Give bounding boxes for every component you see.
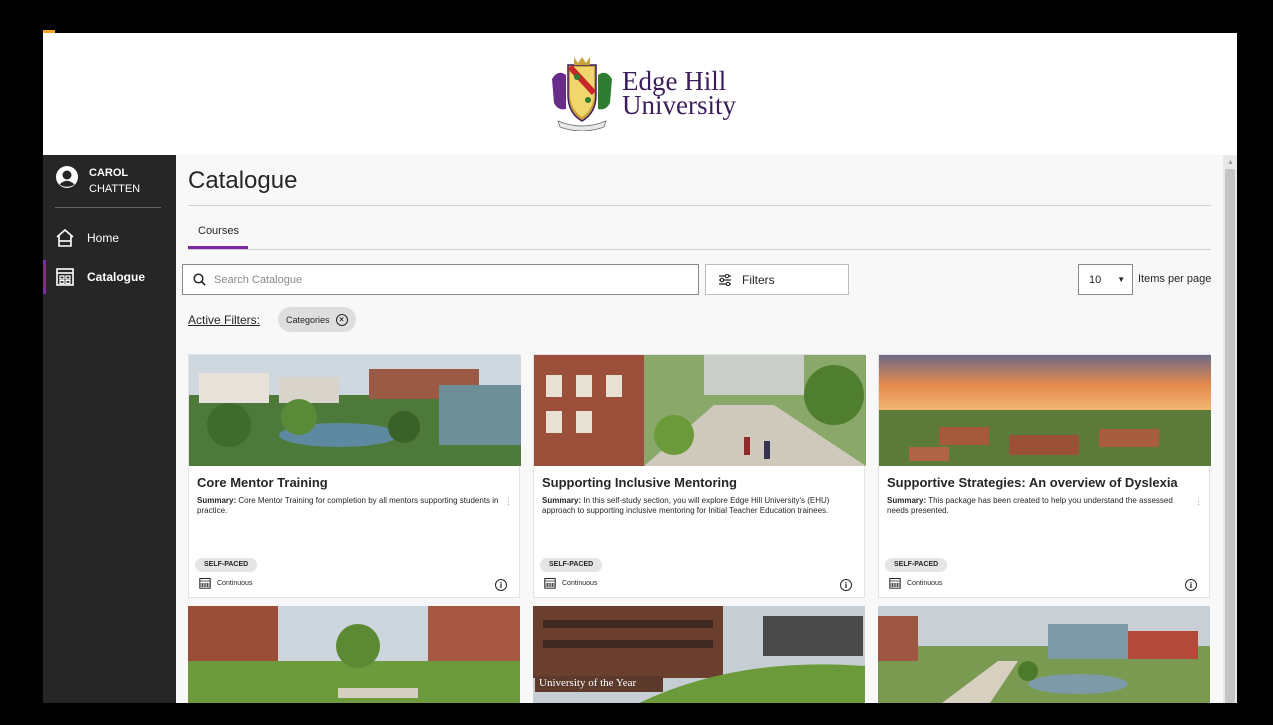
course-card[interactable]: Core Mentor Training Summary: Core Mento… [188,354,521,598]
crest-icon [552,57,612,131]
course-image [878,606,1210,703]
sidebar-item-label: Home [87,231,120,245]
filters-label: Filters [742,272,775,287]
status-badge: SELF-PACED [885,558,948,572]
sliders-icon [719,273,731,286]
active-filters-label[interactable]: Active Filters: [188,313,260,327]
course-title[interactable]: Supportive Strategies: An overview of Dy… [887,475,1178,490]
items-per-page-label: Items per page [1138,273,1212,285]
search-input[interactable] [214,273,674,286]
info-icon[interactable]: i [1185,579,1197,591]
course-image [534,355,866,466]
course-title[interactable]: Core Mentor Training [197,475,328,490]
course-summary: Summary: Core Mentor Training for comple… [197,496,499,515]
course-title[interactable]: Supporting Inclusive Mentoring [542,475,737,490]
sidebar-divider [55,207,161,208]
sidebar: CAROL CHATTEN Home Catalogue [43,155,176,703]
items-per-page-select[interactable]: 10 ▼ [1078,264,1133,295]
search-box [182,264,699,295]
university-logo[interactable]: Edge Hill University [548,55,736,131]
sidebar-item-home[interactable]: Home [43,221,176,255]
tab-courses[interactable]: Courses [188,223,248,249]
more-options-icon[interactable]: ⋮ [504,496,513,507]
scrollbar-thumb[interactable] [1225,169,1235,703]
info-icon[interactable]: i [840,579,852,591]
course-card[interactable]: Supporting Inclusive Mentoring Summary: … [533,354,866,598]
vertical-scrollbar[interactable]: ▲ [1223,155,1237,703]
info-icon[interactable]: i [495,579,507,591]
logo-line-2: University [622,90,736,120]
course-image [189,355,521,466]
main-content: Catalogue Courses Filters 10 ▼ Items per… [176,155,1223,703]
chevron-down-icon: ▼ [1117,275,1126,284]
catalogue-icon [56,268,74,286]
course-summary: Summary: This package has been created t… [887,496,1173,515]
site-header: Edge Hill University [43,33,1237,155]
course-image [879,355,1211,466]
course-card[interactable] [878,606,1210,703]
user-last-name: CHATTEN [89,183,141,195]
status-badge: SELF-PACED [195,558,258,572]
more-options-icon[interactable]: ⋮ [1194,496,1203,507]
banner-text: University of the Year [539,677,637,689]
close-icon[interactable]: × [335,313,348,326]
calendar-icon [889,578,901,589]
filter-chip-categories[interactable]: Categories × [278,307,356,332]
course-duration: Continuous [199,577,252,589]
user-avatar-icon [56,166,78,188]
scroll-up-icon[interactable]: ▲ [1227,159,1234,166]
per-page-value: 10 [1089,273,1102,286]
page-title: Catalogue [188,167,298,194]
home-icon [56,228,74,247]
course-card[interactable] [188,606,520,703]
sidebar-item-label: Catalogue [87,270,146,284]
sidebar-item-catalogue[interactable]: Catalogue [43,260,176,294]
course-card[interactable]: University of the Year [533,606,865,703]
app-window: Edge Hill University CAROL CHATTEN Home … [43,33,1237,703]
course-duration: Continuous [544,577,597,589]
user-profile[interactable]: CAROL CHATTEN [55,165,140,197]
tabs-divider [188,249,1211,250]
course-duration: Continuous [889,577,942,589]
search-icon [193,273,206,286]
filter-chip-label: Categories [286,314,330,325]
filters-button[interactable]: Filters [705,264,849,295]
course-card[interactable]: Supportive Strategies: An overview of Dy… [878,354,1211,598]
status-badge: SELF-PACED [540,558,603,572]
course-image [188,606,520,703]
title-divider [188,205,1211,206]
calendar-icon [544,578,556,589]
calendar-icon [199,578,211,589]
user-first-name: CAROL [89,167,129,179]
course-summary: Summary: In this self-study section, you… [542,496,830,515]
